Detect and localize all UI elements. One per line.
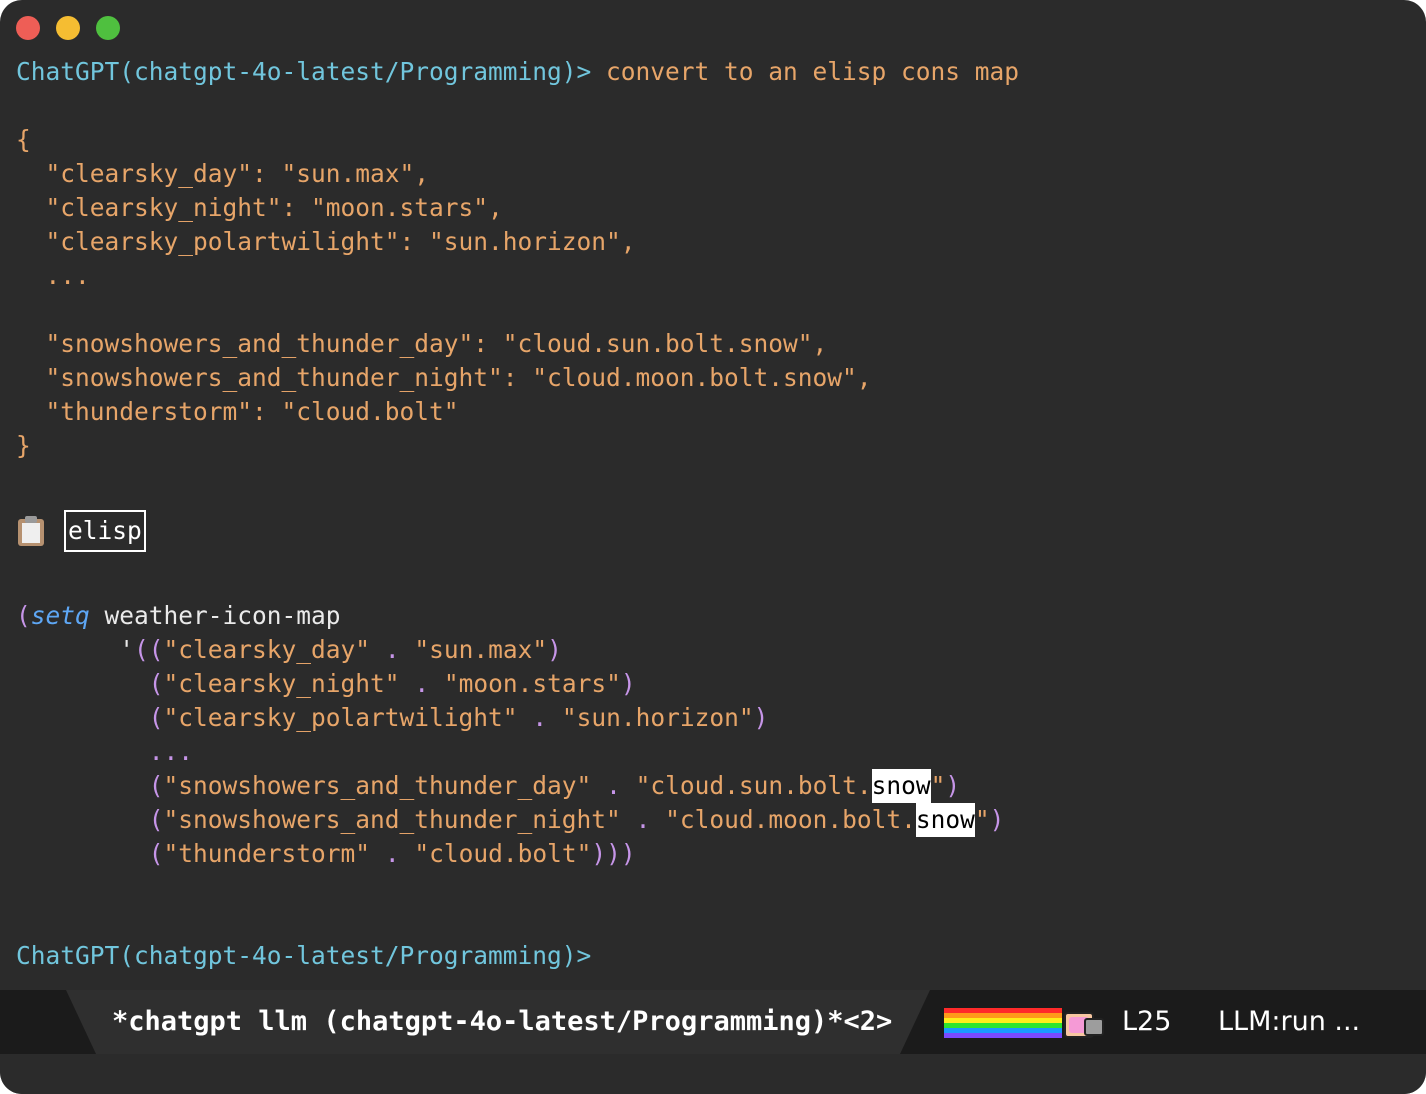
clipboard-icon[interactable] [18, 516, 44, 546]
rainbow-icon [944, 1008, 1062, 1038]
nyan-cat-icon [1062, 1010, 1104, 1038]
prompt-line[interactable]: ChatGPT(chatgpt-4o-latest/Programming)> [16, 939, 1406, 973]
line-number: L25 [1122, 1006, 1172, 1037]
variable-name: weather-icon-map [89, 601, 341, 630]
code-line: ("clearsky_polartwilight" . "sun.horizon… [148, 703, 769, 732]
user-message: convert to an elisp cons map [591, 57, 1020, 86]
code-line: '(("clearsky_day" . "sun.max") [119, 635, 562, 664]
setq-keyword: setq [30, 601, 90, 630]
llm-status[interactable]: LLM:run ... [1218, 990, 1360, 1054]
minibuffer[interactable] [0, 1054, 1426, 1094]
maximize-window-button[interactable] [96, 16, 120, 40]
code-line: (setq weather-icon-map [16, 599, 1406, 633]
json-close-brace: } [16, 431, 31, 460]
code-block-header: elisp [16, 497, 1406, 565]
buffer-name[interactable]: *chatgpt llm (chatgpt-4o-latest/Programm… [112, 990, 892, 1054]
chat-prompt: ChatGPT(chatgpt-4o-latest/Programming)> [16, 941, 592, 970]
code-ellipsis: ... [148, 737, 194, 766]
code-line: ("clearsky_night" . "moon.stars") [148, 669, 636, 698]
code-language-tag[interactable]: elisp [64, 510, 146, 552]
search-highlight: snow [915, 803, 975, 837]
prompt-line: ChatGPT(chatgpt-4o-latest/Programming)> … [16, 55, 1406, 89]
close-window-button[interactable] [16, 16, 40, 40]
json-open-brace: { [16, 125, 31, 154]
mode-line: *chatgpt llm (chatgpt-4o-latest/Programm… [0, 990, 1426, 1054]
json-line: "thunderstorm": "cloud.bolt" [16, 397, 459, 426]
code-line: ("thunderstorm" . "cloud.bolt"))) [148, 839, 636, 868]
json-line [16, 293, 1406, 327]
json-line: "clearsky_polartwilight": "sun.horizon", [16, 227, 636, 256]
json-ellipsis: ... [16, 261, 90, 290]
window-controls [16, 16, 120, 40]
json-line: "snowshowers_and_thunder_day": "cloud.su… [16, 329, 828, 358]
emacs-window: ChatGPT(chatgpt-4o-latest/Programming)> … [0, 0, 1426, 1094]
code-line: ("snowshowers_and_thunder_night" . "clou… [16, 803, 1406, 837]
json-line: "clearsky_night": "moon.stars", [16, 193, 503, 222]
nyan-cat-scroll-indicator[interactable] [944, 1008, 1104, 1038]
chat-prompt: ChatGPT(chatgpt-4o-latest/Programming)> [16, 57, 592, 86]
json-line: "clearsky_day": "sun.max", [16, 159, 430, 188]
search-highlight: snow [871, 769, 931, 803]
code-line: ("snowshowers_and_thunder_day" . "cloud.… [16, 769, 1406, 803]
minimize-window-button[interactable] [56, 16, 80, 40]
chat-buffer[interactable]: ChatGPT(chatgpt-4o-latest/Programming)> … [16, 55, 1406, 973]
json-line: "snowshowers_and_thunder_night": "cloud.… [16, 363, 872, 392]
